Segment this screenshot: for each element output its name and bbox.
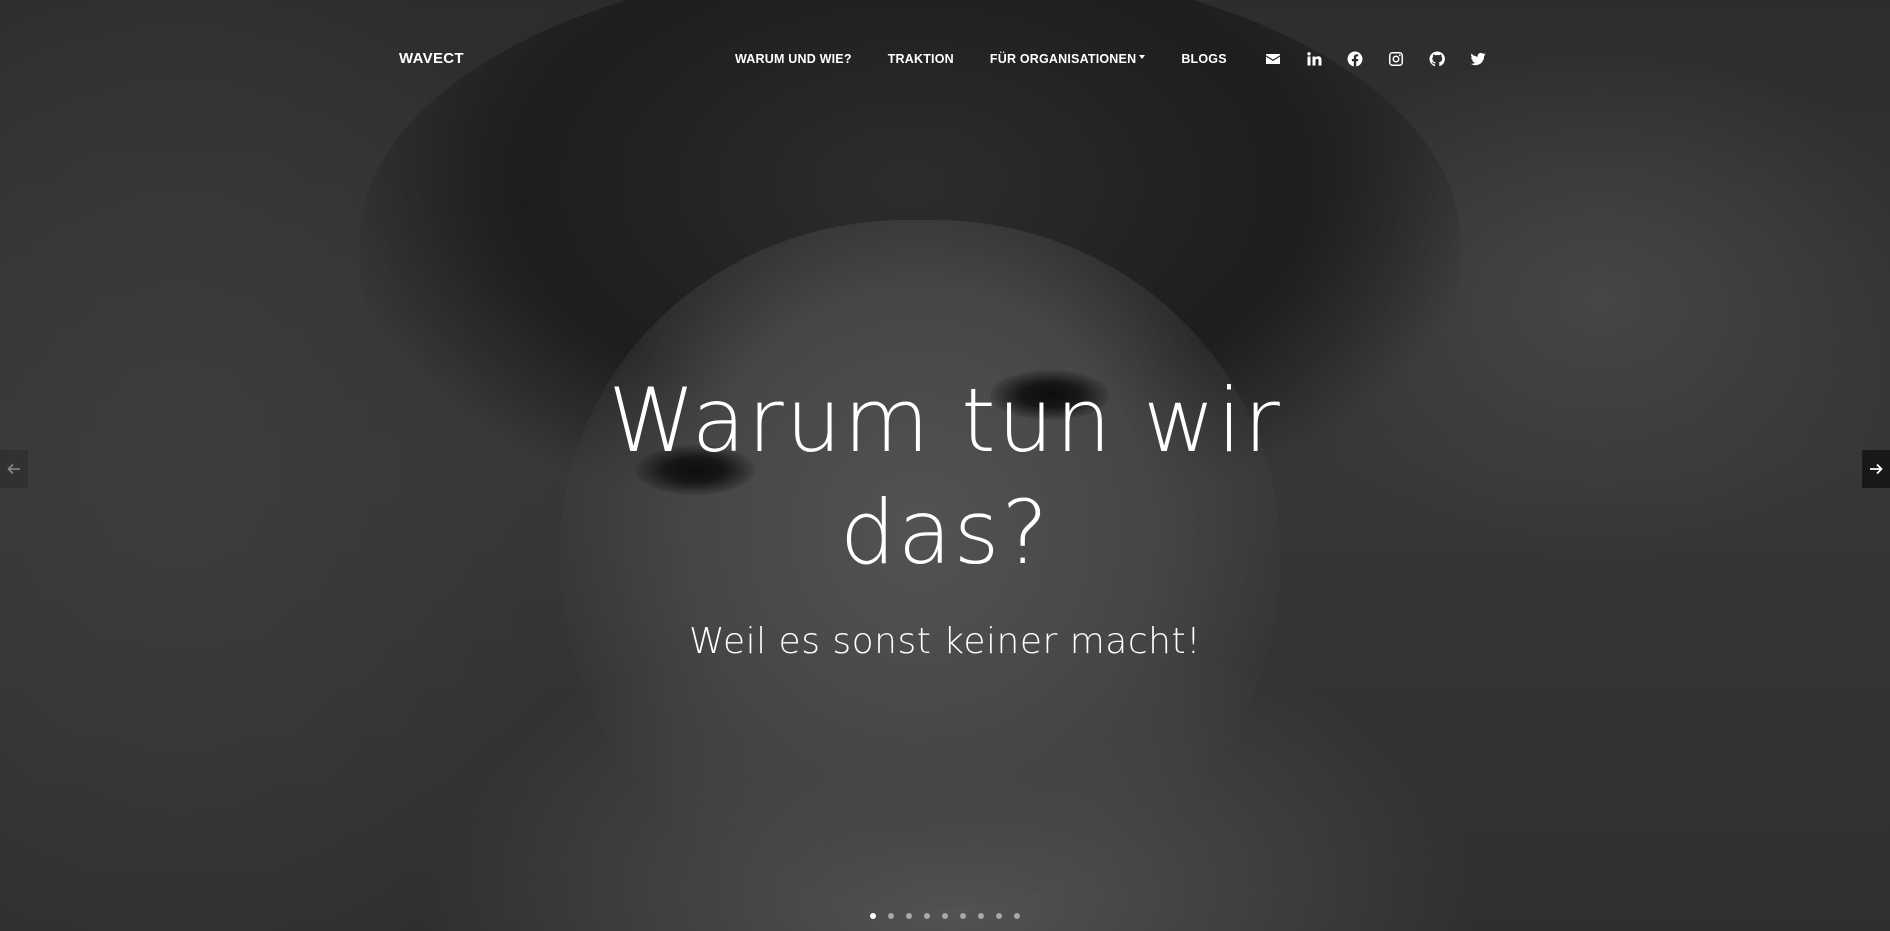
carousel-prev-button[interactable] [0, 450, 28, 488]
carousel-indicator-dot[interactable] [996, 913, 1002, 919]
nav-link-warum-und-wie[interactable]: WARUM UND WIE? [735, 52, 852, 66]
carousel-indicator-dot[interactable] [870, 913, 876, 919]
carousel-indicator-dot[interactable] [924, 913, 930, 919]
hero-subline: Weil es sonst keiner macht! [688, 621, 1202, 662]
nav-link-label: TRAKTION [887, 52, 954, 66]
carousel-indicator-dot[interactable] [1014, 913, 1020, 919]
carousel-caption: Warum tun wir das? Weil es sonst keiner … [0, 365, 1890, 662]
carousel-indicator-dot[interactable] [960, 913, 966, 919]
facebook-icon[interactable] [1346, 50, 1364, 68]
nav-link-label: FÜR ORGANISATIONEN [989, 52, 1137, 66]
nav-link-blogs[interactable]: BLOGS [1181, 52, 1226, 66]
brand-logo[interactable]: WAVECT [399, 50, 464, 67]
arrow-right-icon [1870, 463, 1883, 475]
nav-link-traktion[interactable]: TRAKTION [888, 52, 954, 66]
instagram-icon[interactable] [1387, 50, 1405, 68]
nav-link-label: WARUM UND WIE? [735, 52, 852, 66]
caret-down-icon [1139, 55, 1146, 59]
envelope-icon[interactable] [1264, 50, 1282, 68]
carousel-indicator-dot[interactable] [888, 913, 894, 919]
carousel-indicator-dot[interactable] [978, 913, 984, 919]
carousel-next-button[interactable] [1862, 450, 1890, 488]
carousel-indicator-dot[interactable] [942, 913, 948, 919]
arrow-left-icon [7, 463, 20, 475]
hero-headline: Warum tun wir das? [608, 369, 1282, 584]
social-links [1264, 50, 1510, 68]
nav-link-label: BLOGS [1181, 52, 1227, 66]
nav-links: WARUM UND WIE? TRAKTION FÜR ORGANISATION… [735, 52, 1263, 66]
nav-link-fuer-organisationen-dropdown[interactable]: FÜR ORGANISATIONEN [989, 52, 1146, 66]
twitter-icon[interactable] [1469, 50, 1487, 68]
carousel-indicator-dot[interactable] [906, 913, 912, 919]
github-icon[interactable] [1428, 50, 1446, 68]
linkedin-icon[interactable] [1305, 50, 1323, 68]
hero-carousel: WAVECT WARUM UND WIE? TRAKTION FÜR ORGAN… [0, 0, 1890, 931]
navbar: WAVECT WARUM UND WIE? TRAKTION FÜR ORGAN… [0, 0, 1890, 118]
carousel-indicators [0, 913, 1890, 919]
